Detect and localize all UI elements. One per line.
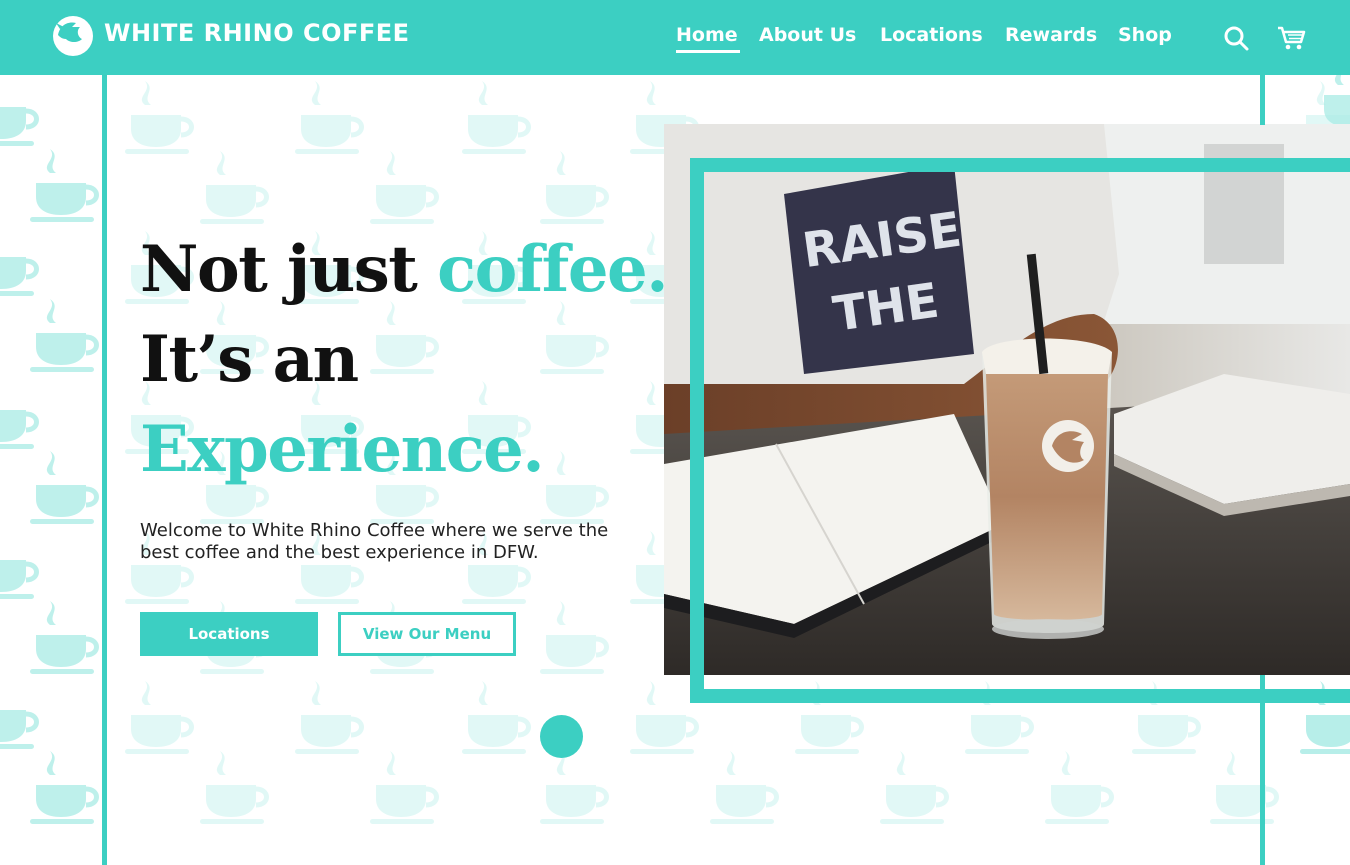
- view-menu-button[interactable]: View Our Menu: [338, 612, 516, 656]
- headline-line-3: Experience.: [140, 412, 545, 487]
- brand-name[interactable]: WHITE RHINO COFFEE: [104, 19, 410, 47]
- site-header: WHITE RHINO COFFEE Home About Us Locatio…: [0, 0, 1350, 75]
- right-vertical-rule-bottom: [1260, 675, 1265, 865]
- nav-locations[interactable]: Locations: [880, 24, 983, 46]
- hero-intro-text: Welcome to White Rhino Coffee where we s…: [140, 520, 609, 563]
- headline-coffee: coffee.: [437, 232, 668, 307]
- slide-indicator-dot[interactable]: [540, 715, 583, 758]
- hero-headline: Not just coffee. It’s an Experience.: [140, 225, 669, 495]
- nav-rewards[interactable]: Rewards: [1005, 24, 1097, 46]
- locations-button[interactable]: Locations: [140, 612, 318, 656]
- right-vertical-rule-top: [1260, 75, 1265, 125]
- nav-about-us[interactable]: About Us: [759, 24, 856, 46]
- nav-shop[interactable]: Shop: [1118, 24, 1172, 46]
- rhino-logo-icon[interactable]: [52, 15, 94, 57]
- photo-accent-frame: [690, 158, 1350, 703]
- nav-home[interactable]: Home: [676, 24, 740, 53]
- headline-line-1: Not just coffee.: [140, 225, 669, 315]
- headline-not-just: Not just: [140, 232, 438, 307]
- headline-line-2: It’s an: [140, 322, 359, 397]
- left-vertical-rule: [102, 75, 107, 865]
- search-icon[interactable]: [1222, 24, 1250, 52]
- cart-icon[interactable]: [1276, 24, 1306, 52]
